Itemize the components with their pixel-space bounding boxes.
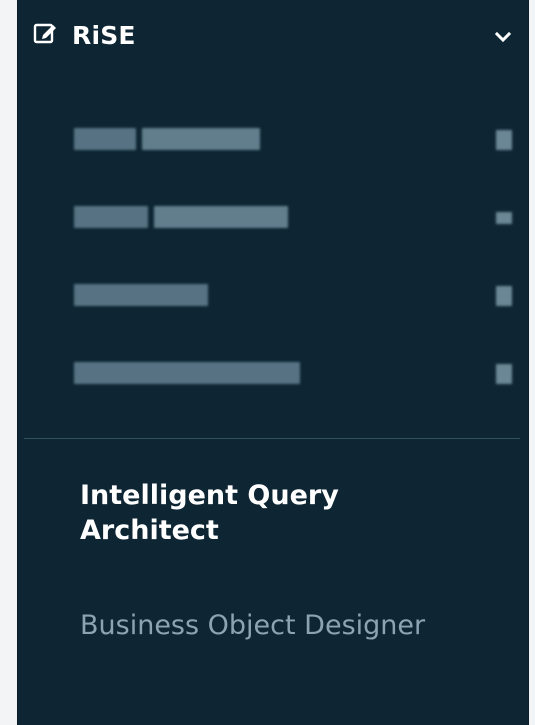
section-divider <box>24 438 520 439</box>
redacted-menu-item[interactable] <box>18 260 528 338</box>
navigation-panel: RiSE Intelligent Query Architect Busines… <box>18 0 528 725</box>
redacted-menu-item-label <box>74 126 260 152</box>
redacted-menu-item[interactable] <box>18 182 528 260</box>
business-object-designer-item[interactable]: Business Object Designer <box>80 608 440 643</box>
rise-title: RiSE <box>72 21 136 50</box>
intelligent-query-architect-item[interactable]: Intelligent Query Architect <box>80 478 440 548</box>
redacted-menu-item[interactable] <box>18 104 528 182</box>
redacted-menu-item-label <box>74 204 288 230</box>
page: RiSE Intelligent Query Architect Busines… <box>0 0 535 725</box>
redacted-menu-item-label <box>74 360 300 386</box>
rise-menu-header[interactable]: RiSE <box>18 12 528 68</box>
redacted-badge <box>496 212 512 224</box>
redacted-badge <box>496 364 512 384</box>
edit-square-icon <box>33 23 56 44</box>
redacted-badge <box>496 130 512 150</box>
redacted-menu-item-label <box>74 282 208 308</box>
redacted-badge <box>496 286 512 306</box>
chevron-down-icon[interactable] <box>492 26 514 48</box>
redacted-menu-item[interactable] <box>18 338 528 416</box>
redacted-menu-list <box>18 104 528 416</box>
